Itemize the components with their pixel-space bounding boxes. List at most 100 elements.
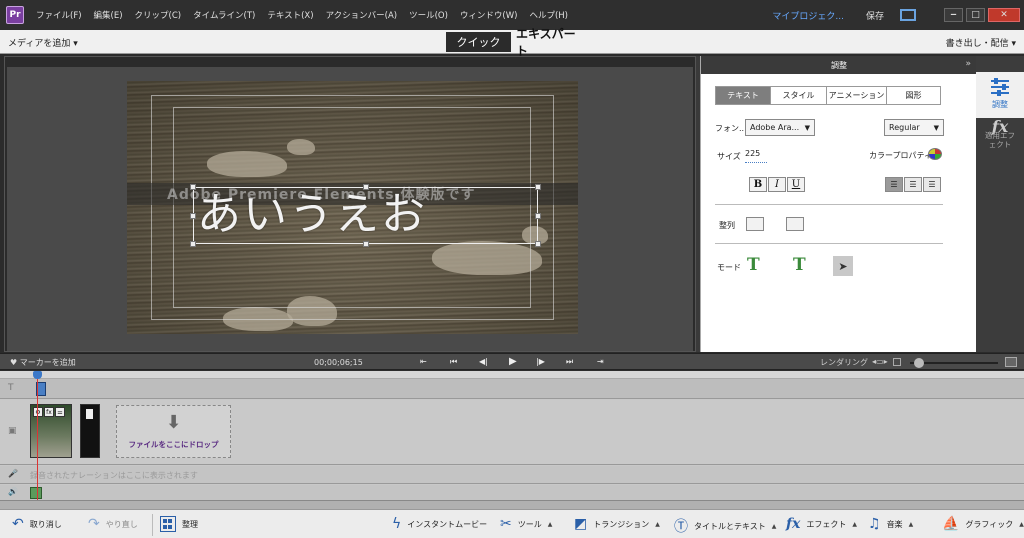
tools-icon: ✂	[500, 516, 512, 532]
music-button[interactable]: ♫ 音楽 ▲	[868, 516, 913, 532]
render-button[interactable]: レンダリング	[820, 357, 868, 368]
video-clip[interactable]	[80, 404, 100, 458]
align-center-button[interactable]: ☰	[904, 177, 922, 192]
font-family-dropdown[interactable]: Adobe Ara... ▼	[745, 119, 815, 136]
menu-actionbar[interactable]: アクションバー(A)	[326, 9, 398, 21]
playhead-line[interactable]	[37, 372, 38, 500]
align-right-icon: ☰	[928, 180, 936, 189]
menu-file[interactable]: ファイル(F)	[36, 9, 82, 21]
video-preview[interactable]: Adobe Premiere Elements 体験版です あいうえお	[127, 81, 578, 334]
transitions-button[interactable]: ◩ トランジション ▲	[574, 516, 660, 532]
menu-tools[interactable]: ツール(O)	[409, 9, 448, 21]
arrange-label: 整列	[719, 221, 735, 230]
chevron-down-icon: ▼	[933, 124, 939, 132]
maximize-button[interactable]: □	[966, 8, 985, 22]
step-forward-button[interactable]: |▶	[536, 357, 545, 366]
add-media-button[interactable]: メディアを追加 ▾	[8, 36, 78, 49]
font-label: フォン...	[715, 124, 747, 133]
menu-help[interactable]: ヘルプ(H)	[529, 9, 568, 21]
tab-text[interactable]: テキスト	[715, 86, 771, 105]
graphics-label: グラフィック	[965, 519, 1014, 529]
collapse-icon[interactable]: »	[965, 59, 971, 69]
resize-handle[interactable]	[363, 184, 369, 190]
my-project-link[interactable]: マイプロジェク...	[772, 9, 844, 22]
organize-button[interactable]: 整理	[160, 516, 198, 532]
adjust-panel: 調整 » テキスト スタイル アニメーション 図形 フォン... Adobe A…	[700, 56, 977, 352]
tab-animation[interactable]: アニメーション	[827, 86, 887, 105]
zoom-fit-icon[interactable]: ◂▭▸	[872, 357, 888, 366]
graphics-button[interactable]: ⛵ グラフィック ▲	[942, 516, 1024, 532]
timeline-ruler[interactable]	[0, 371, 1024, 379]
palette-icon[interactable]	[928, 148, 942, 160]
redo-button[interactable]: ↷ やり直し	[88, 516, 138, 532]
export-share-button[interactable]: 書き出し・配信 ▾	[946, 36, 1016, 49]
drop-zone[interactable]: ⬇ ファイルをここにドロップ	[116, 405, 231, 458]
goto-end-button[interactable]: ⇥	[597, 357, 604, 366]
clip-adjust-icon[interactable]: ⚙	[33, 407, 43, 417]
save-button[interactable]: 保存	[866, 9, 884, 22]
italic-button[interactable]: I	[768, 177, 786, 192]
resize-handle[interactable]	[535, 213, 541, 219]
vertical-type-tool-icon[interactable]: T	[793, 255, 806, 275]
app-icon[interactable]: Pr	[6, 6, 24, 24]
rail-effects-label: 適用エフェクト	[985, 131, 1015, 149]
align-left-button[interactable]: ☰	[885, 177, 903, 192]
clip-badge-icon	[86, 409, 93, 419]
minimize-button[interactable]: ‒	[944, 8, 963, 22]
resize-handle[interactable]	[190, 241, 196, 247]
transport-bar: ♥ マーカーを追加 00;00;06;15 ⇤ ⏮ ◀| ▶ |▶ ⏭ ⇥ レン…	[0, 353, 1024, 370]
resize-handle[interactable]	[363, 241, 369, 247]
align-horizontal-center-button[interactable]	[746, 217, 764, 231]
menu-edit[interactable]: 編集(E)	[94, 9, 123, 21]
transition-icon: ◩	[574, 516, 588, 532]
instant-movie-button[interactable]: ϟ インスタントムービー	[392, 516, 487, 532]
next-edit-button[interactable]: ⏭	[566, 357, 573, 367]
drop-zone-label: ファイルをここにドロップ	[128, 440, 219, 449]
resize-handle[interactable]	[535, 184, 541, 190]
menu-clip[interactable]: クリップ(C)	[135, 9, 182, 21]
selection-tool-button[interactable]: ➤	[833, 256, 853, 276]
bold-button[interactable]: B	[749, 177, 767, 192]
resize-handle[interactable]	[190, 184, 196, 190]
redo-label: やり直し	[105, 519, 138, 529]
rail-adjust-button[interactable]: 調整	[976, 72, 1024, 118]
horizontal-type-tool-icon[interactable]: T	[747, 255, 760, 275]
tools-button[interactable]: ✂ ツール ▲	[500, 516, 552, 532]
undo-button[interactable]: ↶ 取り消し	[12, 516, 62, 532]
timeline-scrollbar[interactable]	[0, 500, 1024, 509]
menu-timeline[interactable]: タイムライン(T)	[193, 9, 255, 21]
font-style-dropdown[interactable]: Regular ▼	[884, 119, 944, 136]
playhead-handle[interactable]	[33, 371, 42, 379]
fullscreen-icon[interactable]	[900, 9, 916, 21]
titles-text-button[interactable]: Ⓣ タイトルとテキスト ▲	[674, 516, 776, 536]
zoom-out-button[interactable]	[893, 358, 901, 366]
menu-text[interactable]: テキスト(X)	[267, 9, 313, 21]
zoom-slider-handle[interactable]	[914, 358, 924, 368]
tab-shape[interactable]: 図形	[887, 86, 941, 105]
text-selection-box[interactable]	[190, 184, 541, 247]
underline-button[interactable]: U	[787, 177, 805, 192]
tab-style[interactable]: スタイル	[771, 86, 827, 105]
quick-mode-tab[interactable]: クイック	[446, 32, 511, 52]
expert-mode-tab[interactable]: エキスパート	[516, 27, 586, 58]
fx-icon: fx	[786, 516, 801, 532]
titles-text-label: タイトルとテキスト	[694, 521, 766, 531]
resize-handle[interactable]	[535, 241, 541, 247]
resize-handle[interactable]	[190, 213, 196, 219]
add-marker-button[interactable]: ♥ マーカーを追加	[10, 357, 76, 368]
menu-window[interactable]: ウィンドウ(W)	[460, 9, 518, 21]
size-field[interactable]: 225	[745, 149, 767, 163]
zoom-in-button[interactable]	[1005, 357, 1017, 367]
clip-audio-icon[interactable]: ⚌	[55, 407, 65, 417]
clip-fx-icon[interactable]: fx	[44, 407, 54, 417]
goto-start-button[interactable]: ⇤	[420, 357, 427, 366]
prev-edit-button[interactable]: ⏮	[450, 357, 457, 367]
play-button[interactable]: ▶	[509, 356, 517, 367]
rail-applied-effects-button[interactable]: fx 適用エフェクト	[976, 119, 1024, 166]
align-right-button[interactable]: ☰	[923, 177, 941, 192]
audio-clip[interactable]	[30, 487, 42, 499]
align-vertical-center-button[interactable]	[786, 217, 804, 231]
close-button[interactable]: ✕	[988, 8, 1020, 22]
effects-button[interactable]: fx エフェクト ▲	[786, 516, 857, 532]
step-back-button[interactable]: ◀|	[479, 357, 488, 366]
